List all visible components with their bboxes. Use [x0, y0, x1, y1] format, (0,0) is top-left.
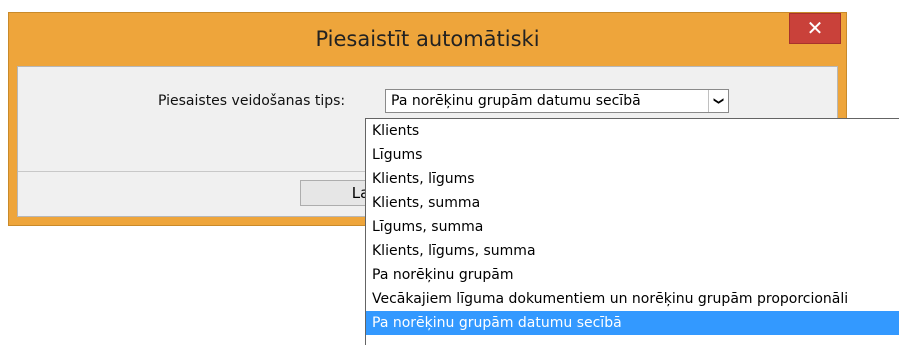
close-icon: ✕	[806, 16, 824, 40]
link-type-select[interactable]: Pa norēķinu grupām datumu secībā ❯	[385, 89, 729, 113]
link-type-label: Piesaistes veidošanas tips:	[158, 93, 346, 109]
dropdown-option[interactable]: Klients, līgums, summa	[366, 239, 899, 263]
dropdown-option[interactable]: Līgums	[366, 143, 899, 167]
dropdown-option[interactable]: Klients, līgums	[366, 167, 899, 191]
chevron-down-icon[interactable]: ❯	[708, 90, 728, 112]
dialog-title: Piesaistīt automātiski	[315, 27, 540, 51]
close-button[interactable]: ✕	[789, 13, 841, 44]
dropdown-option[interactable]: Klients	[366, 119, 899, 143]
dropdown-option[interactable]: Pa norēķinu grupām	[366, 263, 899, 287]
link-type-dropdown-list: Klients Līgums Klients, līgums Klients, …	[365, 118, 899, 345]
select-value: Pa norēķinu grupām datumu secībā	[391, 93, 641, 109]
dropdown-option[interactable]: Klients, summa	[366, 191, 899, 215]
dropdown-option[interactable]: Vecākajiem līguma dokumentiem un norēķin…	[366, 287, 899, 311]
dropdown-option-selected[interactable]: Pa norēķinu grupām datumu secībā	[366, 311, 899, 335]
dropdown-option[interactable]: Līgums, summa	[366, 215, 899, 239]
chevron-glyph: ❯	[713, 96, 725, 106]
